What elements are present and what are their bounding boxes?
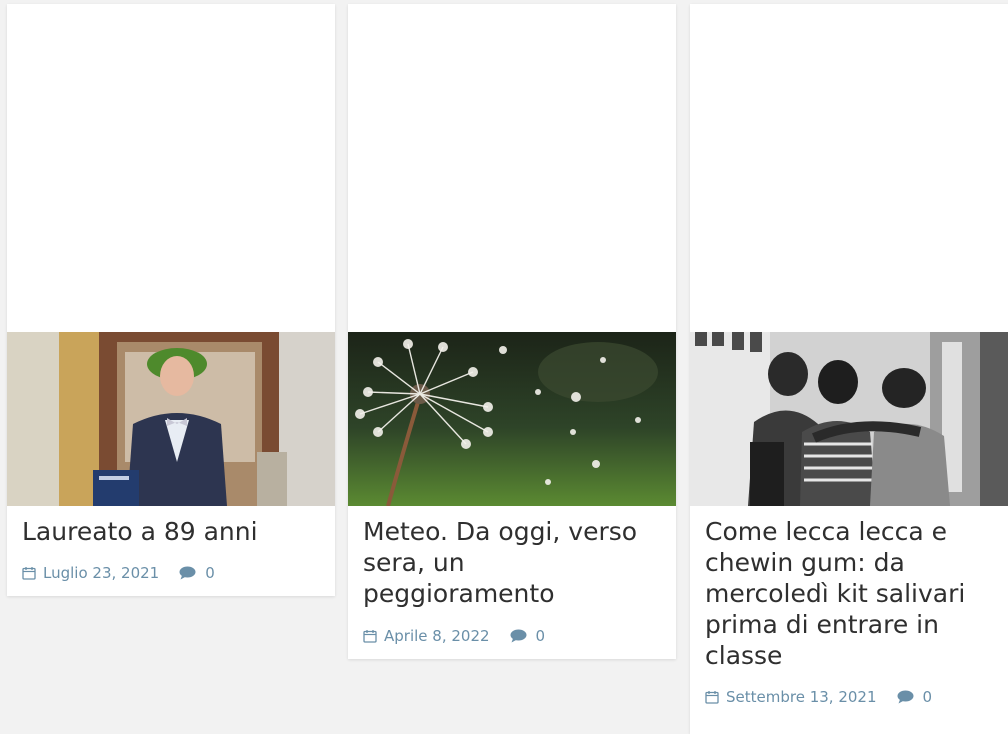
comment-count: 0 — [535, 627, 546, 645]
post-meta: Luglio 23, 2021 0 — [22, 564, 215, 582]
post-date[interactable]: Luglio 23, 2021 — [43, 564, 159, 582]
post-card: Meteo. Da oggi, verso sera, un peggioram… — [348, 4, 676, 659]
post-card: Come lecca lecca e chewin gum: da mercol… — [690, 4, 1008, 734]
post-title[interactable]: Meteo. Da oggi, verso sera, un peggioram… — [363, 516, 663, 609]
post-thumbnail[interactable] — [348, 332, 676, 506]
dandelion-photo — [348, 332, 676, 506]
post-title[interactable]: Laureato a 89 anni — [22, 516, 322, 547]
post-date[interactable]: Settembre 13, 2021 — [726, 688, 877, 706]
graduate-photo — [7, 332, 335, 506]
calendar-icon — [22, 566, 36, 580]
post-date[interactable]: Aprile 8, 2022 — [384, 627, 490, 645]
post-meta: Aprile 8, 2022 0 — [363, 627, 545, 645]
comment-icon — [510, 629, 527, 643]
post-meta: Settembre 13, 2021 0 — [705, 688, 932, 706]
comment-icon — [179, 566, 196, 580]
post-thumbnail[interactable] — [7, 332, 335, 506]
calendar-icon — [363, 629, 377, 643]
comment-count: 0 — [205, 564, 215, 582]
post-thumbnail[interactable] — [690, 332, 1008, 506]
comment-count: 0 — [922, 688, 933, 706]
students-photo — [690, 332, 1008, 506]
comments-link[interactable]: 0 — [510, 627, 546, 645]
post-card: Laureato a 89 anni Luglio 23, 2021 0 — [7, 4, 335, 596]
calendar-icon — [705, 690, 719, 704]
comment-icon — [897, 690, 914, 704]
comments-link[interactable]: 0 — [897, 688, 933, 706]
post-title[interactable]: Come lecca lecca e chewin gum: da mercol… — [705, 516, 1005, 671]
comments-link[interactable]: 0 — [179, 564, 215, 582]
